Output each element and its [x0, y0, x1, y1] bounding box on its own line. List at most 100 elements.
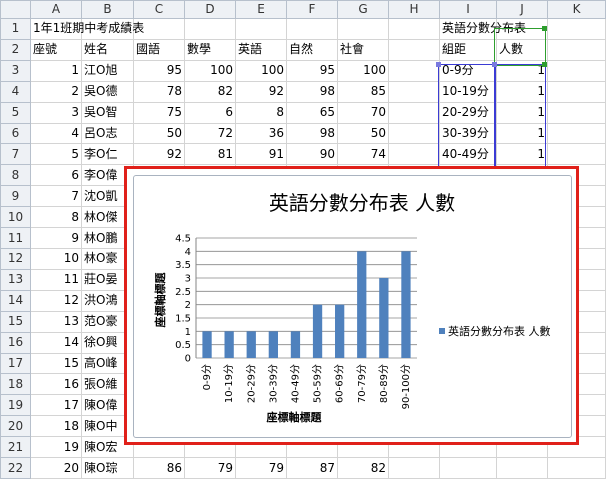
chart-object[interactable]: 英語分數分布表 人數 0 0.5 1 1.5 2 2.5 3 3.5 4 4.5 0-9分 10-1…: [133, 175, 572, 438]
bar-40-49分[interactable]: [290, 331, 301, 358]
row-header[interactable]: 20: [0, 415, 31, 438]
cell[interactable]: 座號: [30, 38, 82, 61]
row-header[interactable]: 14: [0, 289, 31, 312]
row-header[interactable]: 15: [0, 310, 31, 333]
cell[interactable]: 1: [30, 59, 82, 82]
row-header[interactable]: 17: [0, 352, 31, 375]
cell[interactable]: 12: [30, 289, 82, 312]
cell[interactable]: 社會: [337, 38, 389, 61]
row-header[interactable]: 22: [0, 457, 31, 479]
bar-30-39分[interactable]: [268, 331, 278, 358]
cell[interactable]: 18: [30, 415, 82, 438]
row-header[interactable]: 11: [0, 227, 31, 249]
cell[interactable]: 92: [133, 143, 185, 166]
cell[interactable]: 15: [30, 352, 82, 375]
cell[interactable]: 2: [30, 80, 82, 103]
cell[interactable]: 74: [337, 143, 389, 166]
cell[interactable]: 95: [286, 59, 338, 82]
cell[interactable]: 36: [235, 122, 287, 145]
cell[interactable]: 50: [337, 122, 389, 145]
cell[interactable]: 20-29分: [439, 101, 497, 124]
cell[interactable]: [547, 18, 606, 40]
cell[interactable]: 17: [30, 394, 82, 417]
cell[interactable]: 1: [496, 143, 548, 166]
row-header[interactable]: 18: [0, 373, 31, 396]
cell[interactable]: 79: [235, 457, 287, 479]
selection-handle[interactable]: [436, 62, 441, 67]
cell[interactable]: 姓名: [81, 38, 134, 61]
cell[interactable]: 20: [30, 457, 82, 479]
column-header[interactable]: H: [388, 0, 440, 19]
cell[interactable]: 1: [496, 80, 548, 103]
cell[interactable]: 82: [184, 80, 236, 103]
cell[interactable]: [547, 38, 606, 61]
selection-handle[interactable]: [542, 26, 547, 31]
cell[interactable]: 87: [286, 457, 338, 479]
cell[interactable]: 70: [337, 101, 389, 124]
row-header[interactable]: 7: [0, 143, 31, 166]
cell[interactable]: 40-49分: [439, 143, 497, 166]
cell[interactable]: 75: [133, 101, 185, 124]
cell[interactable]: 82: [337, 457, 389, 479]
cell[interactable]: 8: [30, 206, 82, 229]
bar-10-19分[interactable]: [224, 331, 234, 358]
cell[interactable]: [439, 457, 497, 479]
cell[interactable]: [235, 18, 287, 40]
cell[interactable]: [547, 122, 606, 145]
cell[interactable]: [547, 80, 606, 103]
row-header[interactable]: 3: [0, 59, 31, 82]
cell[interactable]: 100: [337, 59, 389, 82]
cell[interactable]: 10-19分: [439, 80, 497, 103]
row-header[interactable]: 21: [0, 436, 31, 459]
y-axis-title[interactable]: 座標軸標題: [153, 272, 167, 329]
bar-50-59分[interactable]: [312, 304, 323, 358]
cell[interactable]: [388, 18, 440, 40]
cell[interactable]: 1年1班期中考成績表: [30, 18, 144, 40]
cell[interactable]: 85: [337, 80, 389, 103]
cell[interactable]: 19: [30, 436, 82, 459]
cell[interactable]: 78: [133, 80, 185, 103]
cell[interactable]: 1: [496, 101, 548, 124]
cell[interactable]: [547, 457, 606, 479]
cell[interactable]: 100: [184, 59, 236, 82]
row-header[interactable]: 13: [0, 268, 31, 291]
cell[interactable]: [547, 143, 606, 166]
row-header[interactable]: 2: [0, 38, 31, 61]
cell[interactable]: 英語: [235, 38, 287, 61]
row-header[interactable]: 4: [0, 80, 31, 103]
cell[interactable]: [388, 80, 440, 103]
cell[interactable]: 呂O志: [81, 122, 134, 145]
cell[interactable]: 98: [286, 80, 338, 103]
cell[interactable]: 江O旭: [81, 59, 134, 82]
cell[interactable]: 95: [133, 59, 185, 82]
cell[interactable]: 組距: [439, 38, 497, 61]
cell[interactable]: 30-39分: [439, 122, 497, 145]
column-header[interactable]: F: [286, 0, 338, 19]
cell[interactable]: 吳O德: [81, 80, 134, 103]
row-header[interactable]: 16: [0, 331, 31, 354]
cell[interactable]: 6: [30, 164, 82, 187]
cell[interactable]: 65: [286, 101, 338, 124]
cell[interactable]: 81: [184, 143, 236, 166]
column-header[interactable]: I: [439, 0, 497, 19]
column-header[interactable]: E: [235, 0, 287, 19]
legend[interactable]: 英語分數分布表 人數: [439, 324, 551, 338]
cell[interactable]: 10: [30, 247, 82, 270]
cell[interactable]: 英語分數分布表: [439, 18, 526, 40]
cell[interactable]: 自然: [286, 38, 338, 61]
cell[interactable]: 50: [133, 122, 185, 145]
cell[interactable]: [388, 457, 440, 479]
row-header[interactable]: 6: [0, 122, 31, 145]
cell[interactable]: 數學: [184, 38, 236, 61]
cell[interactable]: [388, 101, 440, 124]
cell[interactable]: 13: [30, 310, 82, 333]
bar-90-100分[interactable]: [401, 251, 411, 358]
cell[interactable]: [496, 457, 548, 479]
cell[interactable]: 14: [30, 331, 82, 354]
cell[interactable]: 72: [184, 122, 236, 145]
cell[interactable]: 79: [184, 457, 236, 479]
column-header[interactable]: K: [547, 0, 606, 19]
bar-60-69分[interactable]: [335, 304, 345, 358]
cell[interactable]: 3: [30, 101, 82, 124]
cell[interactable]: 9: [30, 227, 82, 249]
